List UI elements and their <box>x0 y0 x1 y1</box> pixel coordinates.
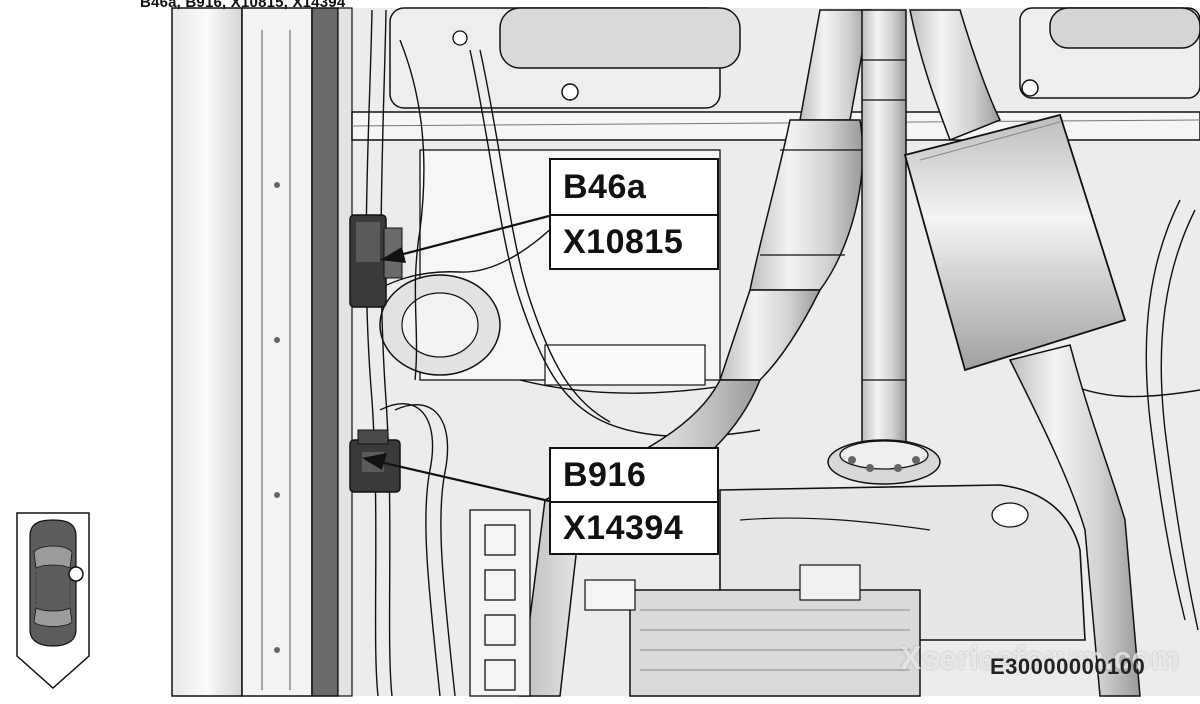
callout-component-label: B46a <box>563 167 647 206</box>
figure-code: E30000000100 <box>990 654 1146 679</box>
side-sill <box>171 7 353 697</box>
underbody-illustration <box>171 7 1200 697</box>
callout-b916: B916 X14394 <box>549 447 719 555</box>
floor-bracket <box>469 509 531 697</box>
callout-component-label: B916 <box>563 455 647 494</box>
callout-b46a: B46a X10815 <box>549 158 719 270</box>
car-locator-icon <box>16 512 90 690</box>
callout-connector-label: X14394 <box>551 501 717 553</box>
header-title: B46a, B916, X10815, X14394 <box>140 0 346 11</box>
diagram-frame: B46a, B916, X10815, X14394 B46a X10815 B… <box>0 0 1200 704</box>
callout-connector-label: X10815 <box>551 214 717 268</box>
